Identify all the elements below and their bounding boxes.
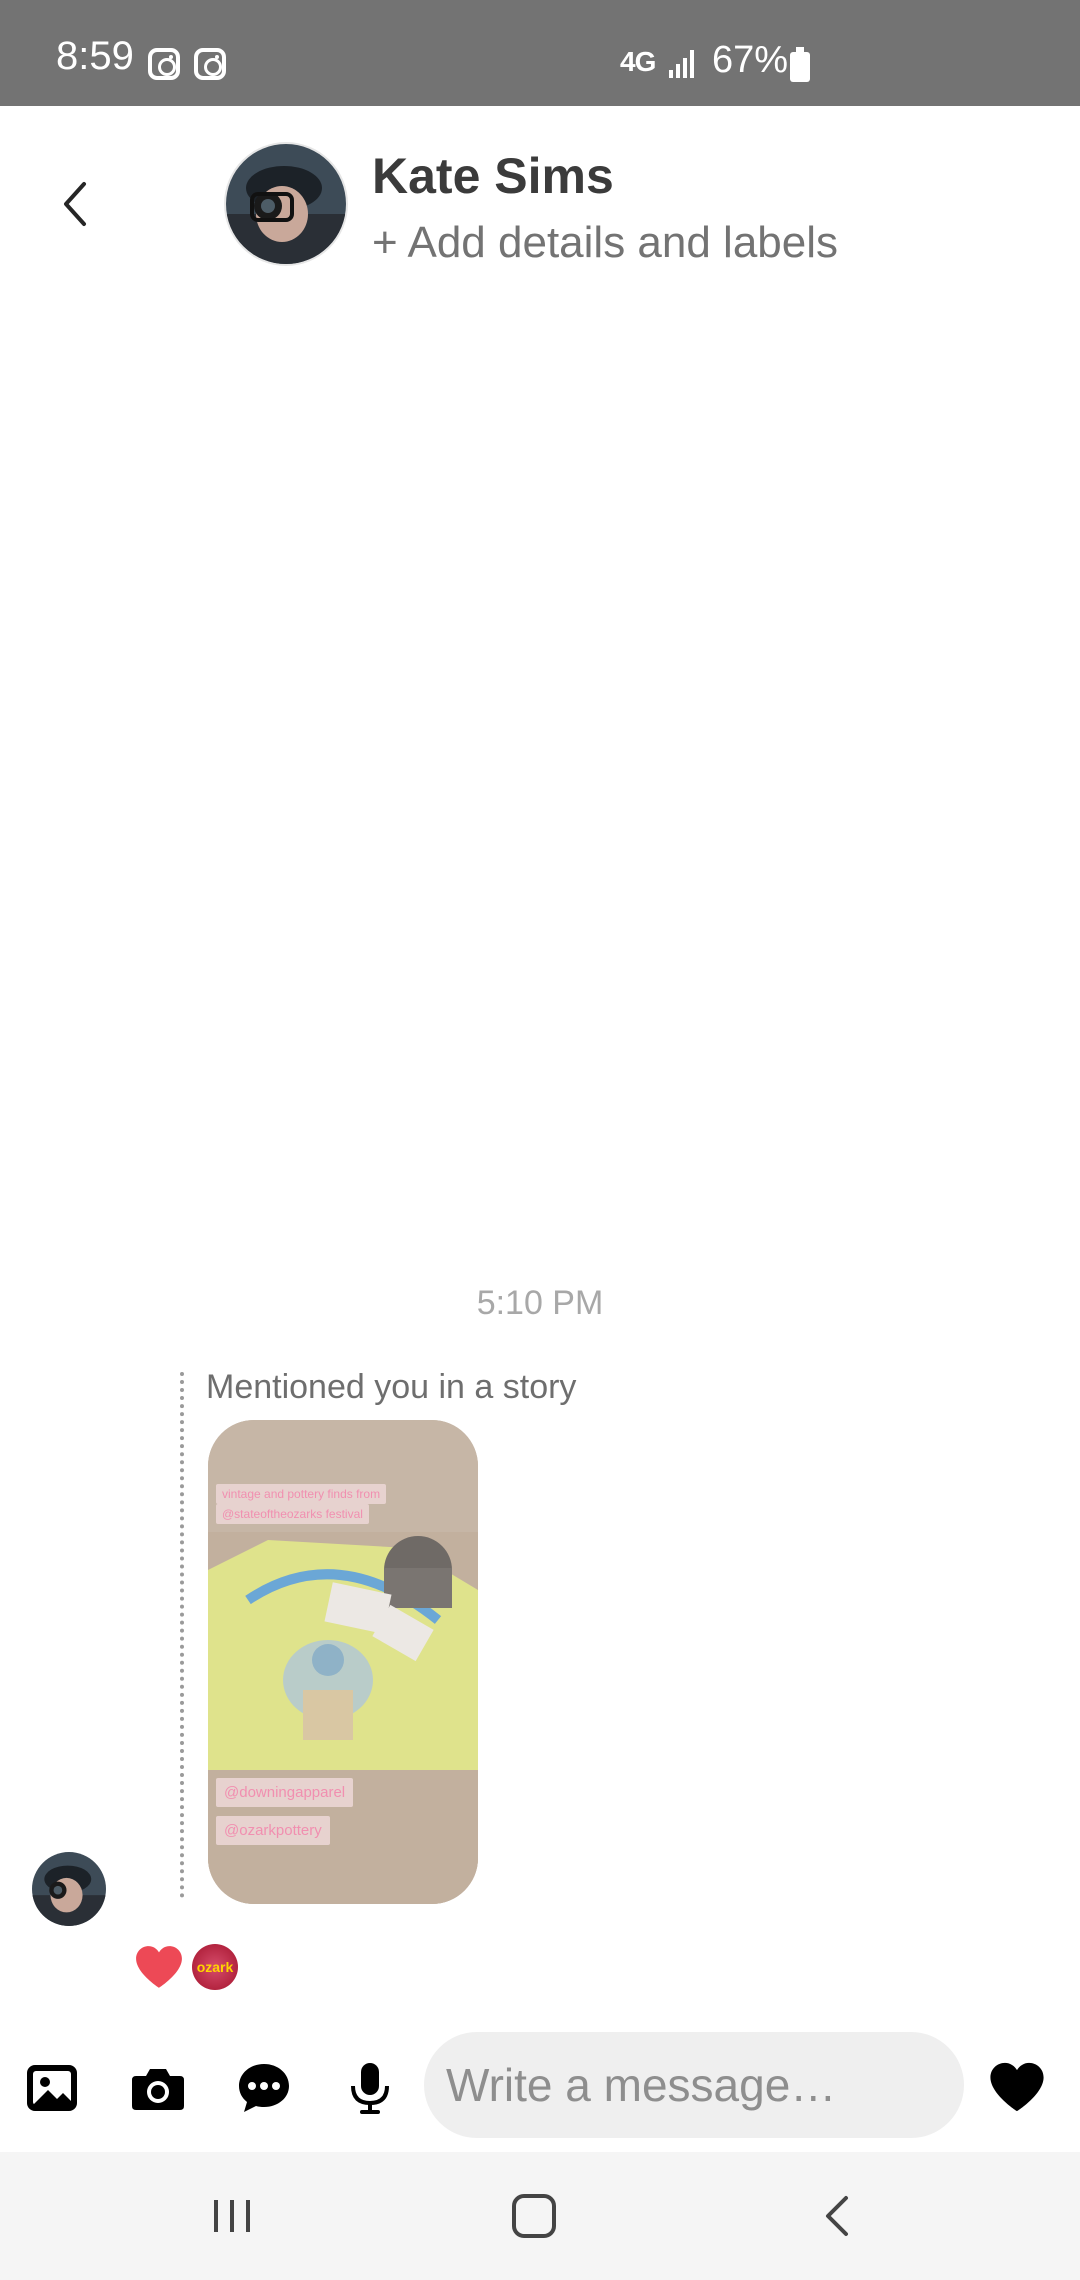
avatar-photo: [32, 1852, 106, 1926]
chat-icon[interactable]: [236, 2060, 292, 2116]
microphone-icon[interactable]: [342, 2060, 398, 2116]
instagram-icon: [194, 48, 226, 80]
battery-icon: [790, 47, 810, 82]
battery-percent: 67%: [712, 39, 789, 81]
signal-icon: [669, 50, 694, 78]
story-tag: @downingapparel: [216, 1778, 354, 1807]
network-indicator: 4G: [620, 46, 656, 77]
story-tag: vintage and pottery finds from: [216, 1484, 387, 1504]
status-time: 8:59: [56, 34, 134, 78]
message-input[interactable]: [424, 2032, 964, 2138]
story-tag: @stateoftheozarks festival: [216, 1504, 369, 1524]
story-caption: Mentioned you in a story: [206, 1368, 577, 1406]
sticker-icon[interactable]: ozark: [192, 1944, 238, 1990]
contact-avatar[interactable]: [226, 144, 346, 264]
nav-back-icon[interactable]: [808, 2186, 868, 2246]
status-bar: 8:59 4G 67%: [0, 0, 1080, 106]
back-button[interactable]: [50, 176, 106, 232]
camera-icon[interactable]: [130, 2060, 186, 2116]
story-tag: @ozarkpottery: [216, 1816, 330, 1845]
story-mention-card[interactable]: vintage and pottery finds from @stateoft…: [208, 1420, 478, 1904]
heart-icon[interactable]: [988, 2060, 1046, 2114]
story-divider: [180, 1372, 184, 1898]
recent-apps-icon[interactable]: [202, 2186, 262, 2246]
sender-avatar[interactable]: [32, 1852, 106, 1926]
system-navigation-bar: [0, 2152, 1080, 2280]
message-timestamp: 5:10 PM: [476, 1284, 604, 1322]
add-details-link[interactable]: + Add details and labels: [372, 218, 838, 268]
heart-icon[interactable]: [134, 1944, 184, 1990]
contact-name[interactable]: Kate Sims: [372, 148, 614, 204]
home-icon[interactable]: [504, 2186, 564, 2246]
gallery-icon[interactable]: [24, 2060, 80, 2116]
avatar-photo: [226, 144, 346, 264]
instagram-icon: [148, 48, 180, 80]
